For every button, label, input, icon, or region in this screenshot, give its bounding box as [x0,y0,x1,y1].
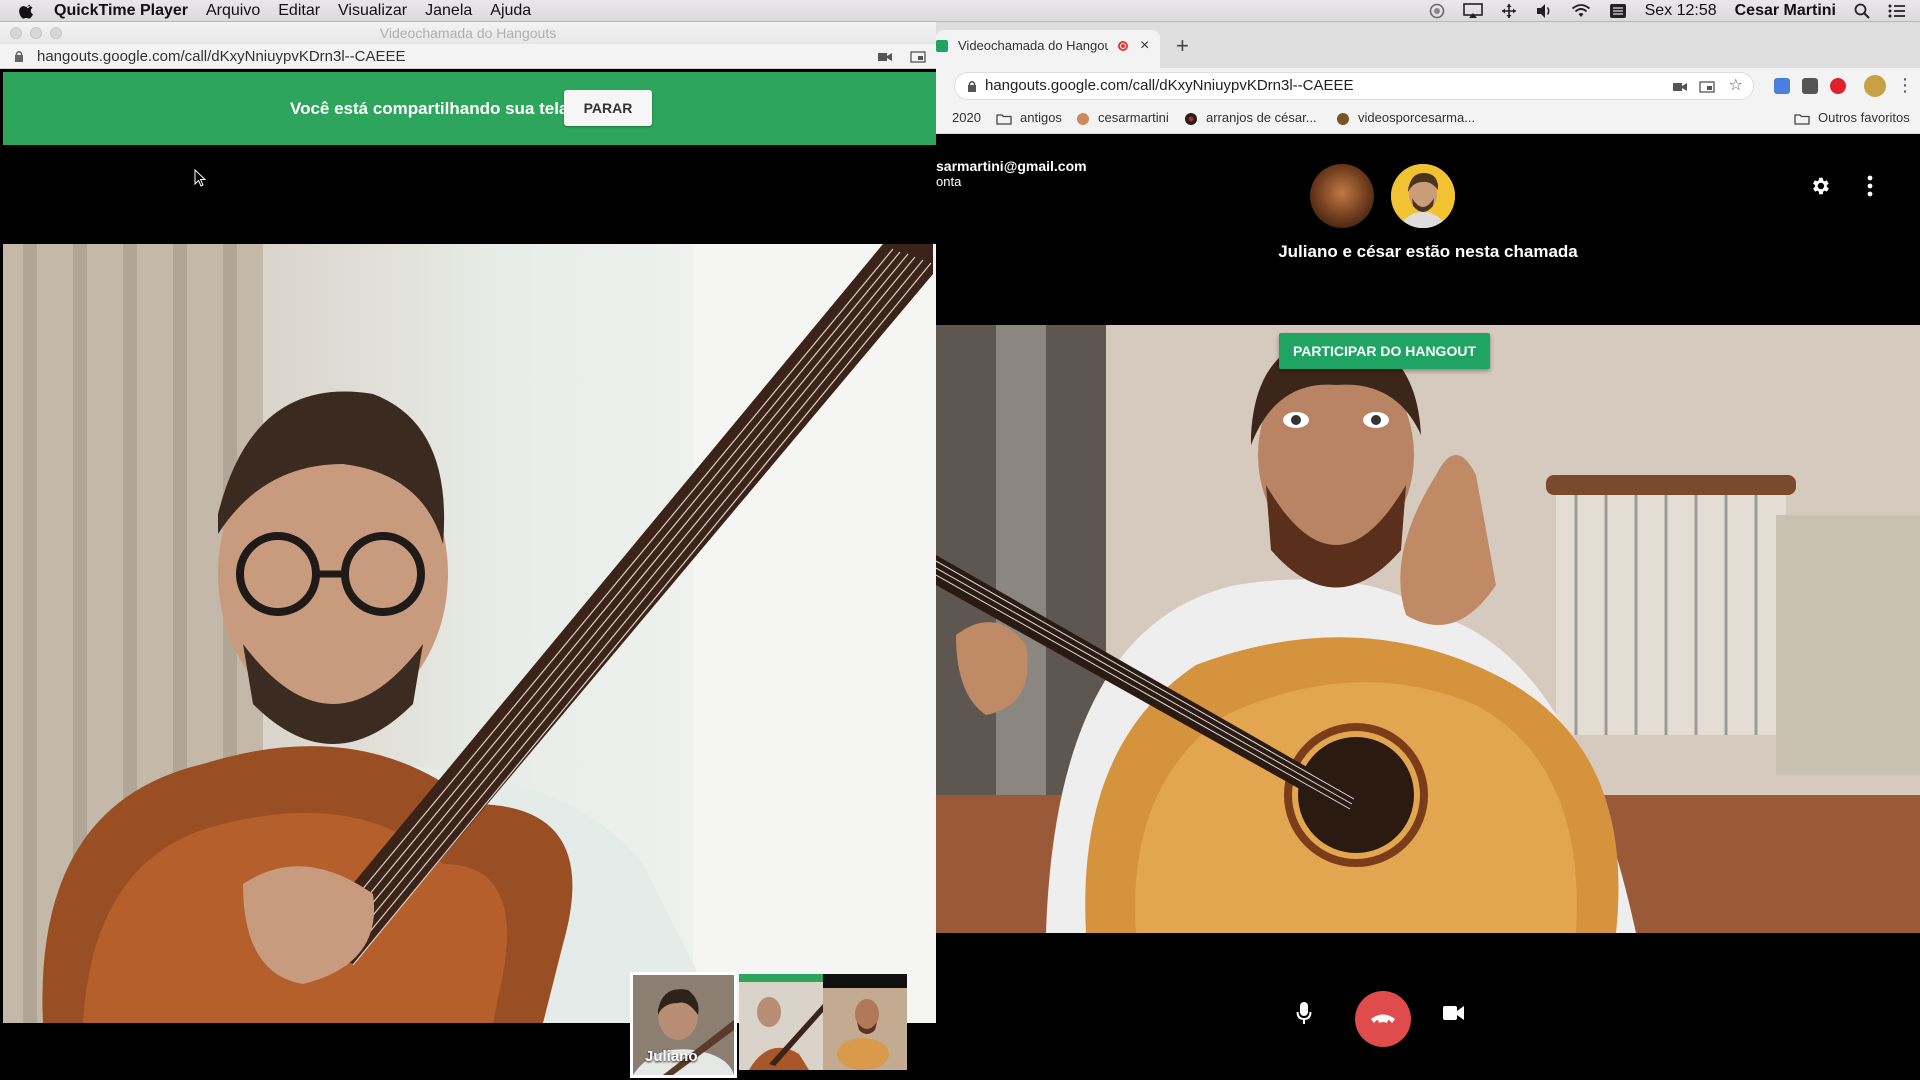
thumbnail-image [823,974,907,1070]
local-video-image [3,244,936,1023]
quicktime-window-title: Videochamada do Hangouts [379,25,557,41]
opera-extension-icon[interactable] [1830,78,1846,94]
screen-record-icon[interactable] [1429,3,1445,19]
chrome-window: Videochamada do Hangouts × + hangouts.go… [936,22,1920,1080]
hangouts-favicon-icon [936,40,948,52]
bookmark-antigos[interactable]: antigos [996,104,1062,132]
keyboard-flag-icon[interactable] [1609,3,1627,19]
chrome-menu-icon[interactable]: ⋮ [1896,74,1914,96]
lock-icon [15,51,23,62]
mouse-cursor-icon [194,169,206,187]
menu-ajuda[interactable]: Ajuda [490,2,531,20]
remote-video-feed: PARTICIPAR DO HANGOUT [936,325,1920,933]
chrome-tab-bar: Videochamada do Hangouts × + [936,22,1920,68]
volume-icon[interactable] [1535,3,1553,19]
cast-icon[interactable] [1699,81,1715,93]
tab-title: Videochamada do Hangouts [958,38,1108,53]
minimize-window-button[interactable] [30,27,42,39]
address-bar-url[interactable]: hangouts.google.com/call/dKxyNniuypvKDrn… [985,73,1354,99]
recording-indicator-icon [1118,41,1128,51]
menubar-user[interactable]: Cesar Martini [1735,2,1836,20]
microphone-icon[interactable] [1296,1001,1312,1025]
screen-share-message: Você está compartilhando sua tela [290,99,569,118]
bookmarks-bar: 2020 antigos cesarmartini arranjos de cé… [936,104,1920,134]
zoom-window-button[interactable] [50,27,62,39]
spotlight-search-icon[interactable] [1854,3,1870,19]
settings-gear-icon[interactable] [1809,175,1831,197]
account-email[interactable]: sarmartini@gmail.com [936,158,1087,174]
folder-icon [996,113,1012,125]
thumbnail-label: Juliano [645,1048,698,1065]
menu-visualizar[interactable]: Visualizar [338,2,407,20]
apple-icon[interactable] [18,2,36,20]
videos-favicon-icon [1337,112,1349,125]
participant-thumbnail-self[interactable]: Juliano [630,972,737,1078]
camera-in-use-icon[interactable] [1673,82,1687,92]
menu-janela[interactable]: Janela [425,2,472,20]
menu-bar: QuickTime Player Arquivo Editar Visualiz… [0,0,1920,22]
bookmark-star-icon[interactable]: ☆ [1729,78,1743,94]
tab-close-icon[interactable]: × [1140,30,1149,62]
chrome-toolbar: hangouts.google.com/call/dKxyNniuypvKDrn… [936,68,1920,104]
remote-video-image [936,325,1920,933]
menu-arquivo[interactable]: Arquivo [206,2,260,20]
hang-up-button[interactable] [1355,991,1411,1047]
more-options-icon[interactable] [1866,174,1874,198]
address-bar[interactable]: hangouts.google.com/call/dKxyNniuypvKDrn… [954,72,1754,100]
bookmark-cesarmartini[interactable]: cesarmartini [1076,104,1169,132]
thumbnail-image [739,974,823,1070]
avatar-image [1391,164,1455,228]
bookmark-videosporcesarma[interactable]: videosporcesarma... [1336,104,1475,132]
participants-status-text: Juliano e césar estão nesta chamada [1278,242,1578,261]
local-video-feed [3,244,936,1023]
move-icon[interactable] [1501,3,1517,19]
menu-app-name[interactable]: QuickTime Player [54,2,188,20]
tab-hangouts-call[interactable]: Videochamada do Hangouts × [936,30,1160,68]
new-tab-button[interactable]: + [1176,32,1189,60]
arranjos-favicon-icon [1185,112,1197,125]
bookmark-arranjos[interactable]: arranjos de césar... [1184,104,1317,132]
phone-hangup-icon [1371,1014,1395,1023]
bookmark-2020[interactable]: 2020 [952,104,981,132]
camera-in-use-icon [878,53,892,61]
participant-thumbnail-remote[interactable] [823,974,907,1070]
quicktime-window: Videochamada do Hangouts hangouts.google… [0,22,936,1080]
menubar-clock[interactable]: Sex 12:58 [1645,2,1717,20]
join-hangout-button[interactable]: PARTICIPAR DO HANGOUT [1279,333,1490,369]
folder-icon [1794,113,1810,125]
translate-extension-icon[interactable] [1774,78,1790,94]
shared-window-url: hangouts.google.com/call/dKxyNniuypvKDrn… [37,48,406,65]
profile-avatar[interactable] [1864,75,1886,97]
account-link[interactable]: onta [936,174,961,189]
lock-icon [968,81,976,92]
notification-center-icon[interactable] [1888,3,1906,19]
stop-sharing-button[interactable]: PARAR [564,90,652,126]
menu-editar[interactable]: Editar [278,2,320,20]
close-window-button[interactable] [10,27,22,39]
cast-icon [910,51,926,63]
participant-avatar-juliano [1391,164,1455,228]
wifi-icon[interactable] [1571,3,1591,19]
video-camera-icon[interactable] [1443,1005,1465,1021]
cesarmartini-favicon-icon [1077,112,1089,125]
airplay-icon[interactable] [1462,3,1483,19]
quicktime-title-bar[interactable]: Videochamada do Hangouts [0,22,936,44]
bookmark-other[interactable]: Outros favoritos [1794,104,1910,132]
participant-avatar-cesar [1310,164,1374,228]
shared-window-url-bar: hangouts.google.com/call/dKxyNniuypvKDrn… [0,44,936,69]
shield-extension-icon[interactable] [1802,78,1818,94]
participant-thumbnail-screen-share[interactable] [739,974,823,1070]
hangout-call-page: sarmartini@gmail.com onta Juliano e césa… [936,134,1920,1080]
screen-share-banner: Você está compartilhando sua tela PARAR [3,72,936,145]
